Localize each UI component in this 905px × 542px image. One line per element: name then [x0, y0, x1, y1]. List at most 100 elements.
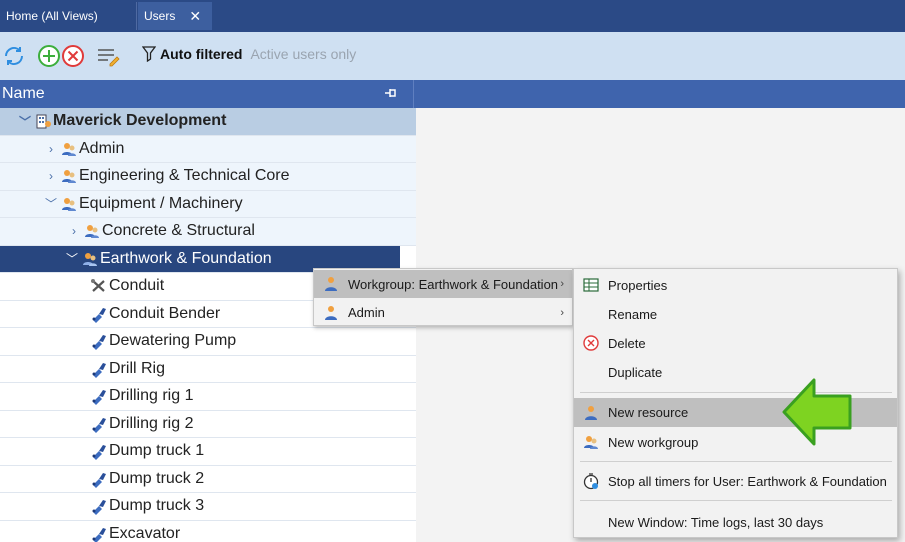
workgroup-icon [85, 225, 99, 239]
workgroup-icon [62, 197, 76, 211]
menu-item-properties[interactable]: Properties [574, 271, 897, 299]
tree-node-engineering-technical-core[interactable]: › Engineering & Technical Core [0, 163, 416, 191]
auto-filter[interactable]: Auto filtered Active users only [142, 46, 356, 62]
tree-node-label: Drilling rig 1 [109, 387, 194, 405]
tools-icon [91, 279, 105, 293]
tree-node-excavator[interactable]: Excavator [0, 521, 416, 542]
menu-item-new-window-time-logs[interactable]: New Window: Time logs, last 30 days [574, 508, 897, 536]
tree-node-dump-truck-1[interactable]: Dump truck 1 [0, 438, 416, 466]
chevron-right-icon[interactable]: › [44, 169, 58, 183]
menu-item-label: New workgroup [608, 434, 699, 450]
tree-node-drilling-rig-1[interactable]: Drilling rig 1 [0, 383, 416, 411]
app-window: Home (All Views) Users ✕ Auto filtered A… [0, 0, 905, 542]
menu-item-label: New resource [608, 405, 689, 420]
column-header: Name [0, 80, 905, 108]
machine-icon [92, 362, 106, 378]
menu-separator [580, 461, 892, 462]
stopwatch-icon [583, 473, 599, 490]
menu-separator [580, 500, 892, 501]
delete-icon [583, 335, 599, 351]
context-menu: Workgroup: Earthwork & Foundation › Admi… [313, 268, 573, 326]
filter-description: Active users only [250, 46, 357, 62]
add-icon[interactable] [37, 44, 61, 68]
workgroup-icon [325, 277, 337, 291]
properties-icon [583, 278, 599, 292]
machine-icon [92, 390, 106, 406]
tree-node-label: Drilling rig 2 [109, 414, 194, 432]
tree-node-label: Dump truck 2 [109, 469, 205, 487]
refresh-icon[interactable] [2, 44, 26, 68]
chevron-right-icon: › [560, 278, 564, 290]
tree-node-drill-rig[interactable]: Drill Rig [0, 356, 416, 383]
chevron-right-icon[interactable]: › [67, 224, 81, 238]
chevron-down-icon[interactable]: ﹀ [65, 250, 79, 267]
menu-item-workgroup-earthwork[interactable]: Workgroup: Earthwork & Foundation › [314, 270, 572, 298]
tree-node-label: Equipment / Machinery [79, 194, 243, 212]
tree-node-equipment-machinery[interactable]: ﹀ Equipment / Machinery [0, 190, 416, 218]
tree-node-dump-truck-3[interactable]: Dump truck 3 [0, 493, 416, 521]
green-arrow-icon [782, 378, 852, 446]
machine-icon [92, 527, 106, 542]
tab-bar: Home (All Views) Users ✕ [0, 0, 905, 32]
tree-node-label: Dump truck 1 [109, 442, 205, 460]
tab-label: Home (All Views) [6, 9, 98, 23]
machine-icon [92, 335, 106, 351]
name-column-header[interactable]: Name [0, 80, 414, 108]
tab-users[interactable]: Users ✕ [138, 2, 212, 30]
machine-icon [92, 445, 106, 461]
menu-item-stop-all-timers[interactable]: Stop all timers for User: Earthwork & Fo… [574, 467, 897, 495]
menu-item-label: Workgroup: Earthwork & Foundation [348, 276, 559, 292]
tree-node-dump-truck-2[interactable]: Dump truck 2 [0, 466, 416, 493]
close-icon[interactable]: ✕ [189, 8, 201, 25]
pin-icon[interactable] [384, 86, 398, 100]
machine-icon [92, 472, 106, 488]
blank-icon [582, 363, 600, 381]
tree-node-label: Maverick Development [53, 112, 227, 130]
menu-item-label: Admin [348, 305, 385, 320]
menu-item-admin[interactable]: Admin › [314, 299, 572, 326]
column-label: Name [2, 85, 45, 102]
filter-icon [142, 46, 156, 62]
tree-node-dewatering-pump[interactable]: Dewatering Pump [0, 328, 416, 356]
menu-item-label: Properties [608, 277, 668, 293]
tree-node-label: Concrete & Structural [102, 222, 255, 240]
edit-list-icon[interactable] [96, 44, 120, 68]
menu-item-label: Duplicate [608, 364, 663, 380]
toolbar: Auto filtered Active users only [0, 32, 905, 80]
delete-icon[interactable] [61, 44, 85, 68]
menu-item-label: Delete [608, 335, 646, 351]
blank-icon [582, 513, 600, 531]
menu-item-delete[interactable]: Delete [574, 329, 897, 357]
user-icon [325, 305, 337, 320]
blank-icon [582, 305, 600, 323]
tree-node-label: Admin [79, 139, 125, 157]
tab-home-all-views[interactable]: Home (All Views) [0, 2, 137, 30]
tree-node-admin[interactable]: › Admin [0, 135, 416, 163]
workgroup-icon [584, 436, 598, 449]
tree-node-label: Conduit [109, 277, 165, 295]
chevron-down-icon[interactable]: ﹀ [18, 113, 32, 130]
menu-item-rename[interactable]: Rename [574, 300, 897, 328]
tree-node-label: Earthwork & Foundation [100, 249, 272, 267]
tree-node-label: Drill Rig [109, 359, 165, 377]
menu-item-label: Rename [608, 306, 658, 322]
tab-label: Users [144, 9, 176, 23]
tree-node-label: Excavator [109, 524, 181, 542]
workgroup-icon [83, 252, 97, 266]
tree-node-concrete-structural[interactable]: › Concrete & Structural [0, 218, 416, 246]
building-icon [36, 114, 51, 129]
tree-node-label: Conduit Bender [109, 304, 221, 322]
tree-node-label: Engineering & Technical Core [79, 167, 290, 185]
tree-node-drilling-rig-2[interactable]: Drilling rig 2 [0, 411, 416, 438]
machine-icon [92, 307, 106, 323]
chevron-down-icon[interactable]: ﹀ [44, 195, 58, 212]
workgroup-icon [62, 170, 76, 184]
workgroup-icon [62, 142, 76, 156]
machine-icon [92, 417, 106, 433]
user-icon [585, 405, 597, 420]
chevron-right-icon[interactable]: › [44, 142, 58, 156]
tree-node-label: Dewatering Pump [109, 332, 237, 350]
chevron-right-icon: › [560, 306, 564, 319]
tree-node-label: Dump truck 3 [109, 497, 205, 515]
tree-node-maverick-development[interactable]: ﹀ Maverick Development [0, 108, 416, 136]
